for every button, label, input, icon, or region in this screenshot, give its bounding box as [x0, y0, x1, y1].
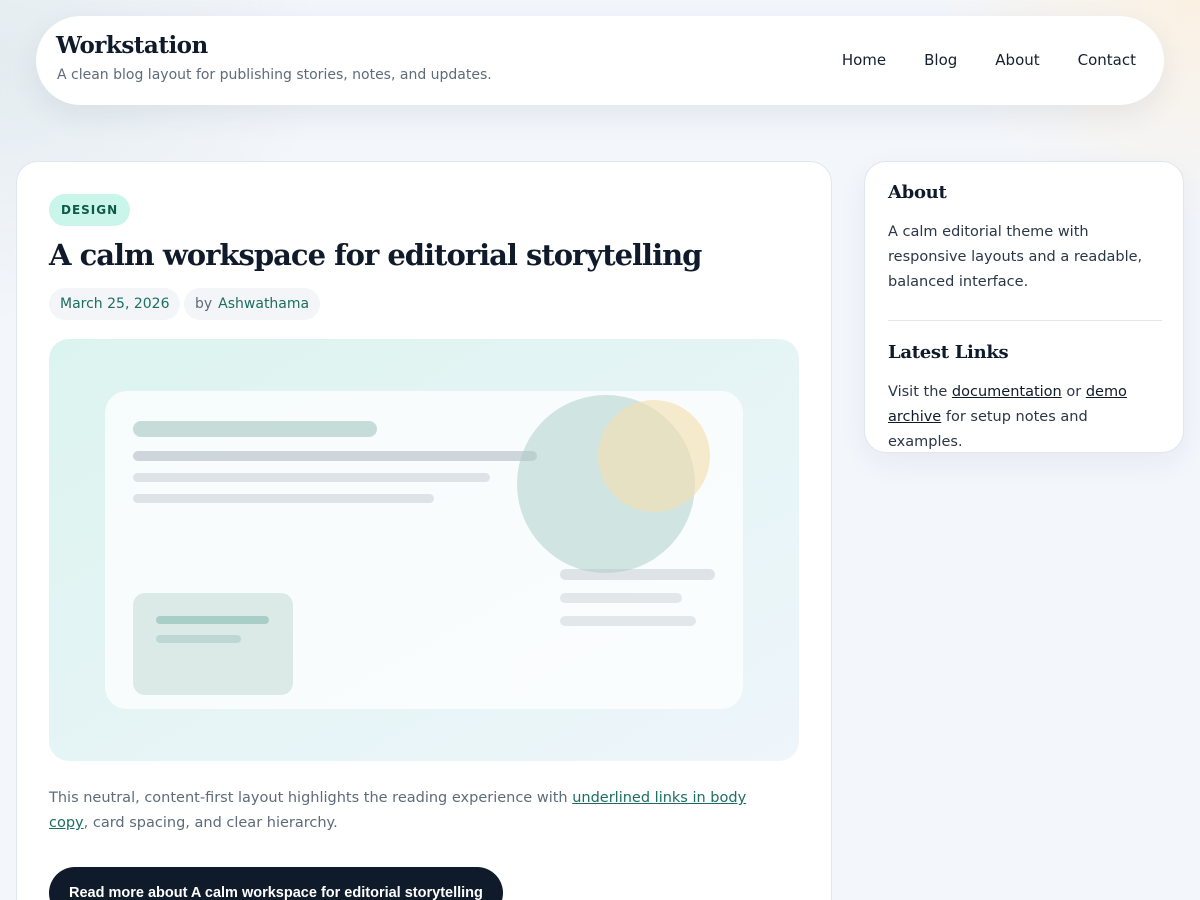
read-more-button[interactable]: Read more about A calm workspace for edi… [49, 867, 503, 900]
links-text-start: Visit the [888, 384, 952, 400]
about-text: A calm editorial theme with responsive l… [888, 224, 1143, 290]
author-prefix: by [195, 296, 213, 312]
author-name[interactable]: Ashwathama [218, 296, 309, 312]
mock-card-line [156, 635, 241, 643]
hero-illustration [49, 339, 799, 761]
mock-text-line [133, 473, 490, 482]
post-title[interactable]: A calm workspace for editorial storytell… [49, 238, 702, 272]
latest-links-heading: Latest Links [888, 342, 1009, 363]
site-header: Workstation A clean blog layout for publ… [36, 16, 1164, 105]
links-text-mid: or [1061, 384, 1086, 400]
main-nav: Home Blog About Contact [804, 51, 1136, 69]
post-card: DESIGN A calm workspace for editorial st… [16, 161, 832, 900]
post-author: by Ashwathama [184, 288, 321, 320]
nav-about-link[interactable]: About [995, 51, 1039, 69]
nav-home-link[interactable]: Home [842, 51, 886, 69]
mock-card-line [156, 616, 269, 624]
latest-links-text: Visit the documentation or demo archive … [888, 380, 1164, 455]
sidebar-divider [888, 320, 1162, 321]
site-title[interactable]: Workstation [56, 32, 208, 59]
mock-text-line [560, 569, 715, 580]
excerpt-text: This neutral, content-first layout highl… [49, 790, 573, 806]
documentation-link[interactable]: documentation [952, 384, 1062, 400]
about-heading: About [888, 182, 947, 203]
mock-text-line [560, 616, 696, 626]
excerpt-text-end: , card spacing, and clear hierarchy. [83, 815, 338, 831]
site-tagline: A clean blog layout for publishing stori… [57, 67, 492, 83]
category-tag[interactable]: DESIGN [49, 194, 131, 226]
post-date: March 25, 2026 [49, 288, 181, 320]
hero-illustration-svg [49, 339, 799, 761]
mock-text-line [133, 451, 537, 461]
mock-text-line [560, 593, 682, 603]
mock-text-line [133, 494, 434, 503]
nav-blog-link[interactable]: Blog [924, 51, 957, 69]
mock-heading-bar [133, 421, 377, 437]
mock-card [133, 593, 293, 695]
post-excerpt: This neutral, content-first layout highl… [49, 786, 789, 836]
gold-circle [598, 400, 710, 512]
sidebar: About A calm editorial theme with respon… [864, 161, 1184, 453]
nav-contact-link[interactable]: Contact [1078, 51, 1136, 69]
